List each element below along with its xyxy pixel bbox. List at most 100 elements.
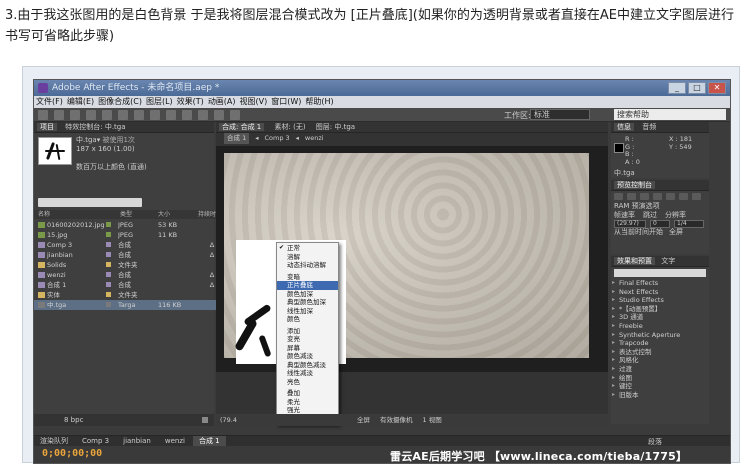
last-frame-icon[interactable]: [666, 193, 675, 200]
blend-mode-item[interactable]: 典型颜色加深: [277, 298, 338, 307]
menu-edit[interactable]: 编辑(E): [67, 96, 94, 108]
label-color-icon[interactable]: [106, 240, 118, 250]
tab-footage[interactable]: 素材: (无): [275, 123, 306, 131]
label-color-icon[interactable]: [106, 220, 118, 230]
blend-mode-item[interactable]: 叠加: [277, 389, 338, 398]
effects-category-item[interactable]: Next Effects: [611, 288, 709, 297]
fps-field[interactable]: (29.97): [614, 220, 646, 228]
breadcrumb-wenzi[interactable]: wenzi: [305, 133, 324, 144]
column-name[interactable]: 名称: [34, 210, 106, 219]
pan-behind-tool-icon[interactable]: [118, 110, 128, 120]
breadcrumb-comp3[interactable]: Comp 3: [264, 133, 289, 144]
selection-tool-icon[interactable]: [38, 110, 48, 120]
blend-mode-item[interactable]: 颜色减淡: [277, 352, 338, 361]
blend-mode-item[interactable]: 线性加深: [277, 307, 338, 316]
effects-category-item[interactable]: Freebie: [611, 322, 709, 331]
project-item-row[interactable]: 中.tga Targa 116 KB: [34, 300, 239, 310]
tab-effect-controls[interactable]: 特效控制台: 中.tga: [65, 123, 125, 131]
project-item-row[interactable]: 01600202012.jpg JPEG 53 KB: [34, 220, 239, 230]
effects-category-item[interactable]: Trapcode: [611, 339, 709, 348]
search-help-input[interactable]: 搜索帮助: [614, 109, 726, 120]
menu-effect[interactable]: 效果(T): [177, 96, 204, 108]
project-item-row[interactable]: 实体 文件夹: [34, 290, 239, 300]
blend-mode-item[interactable]: 变亮: [277, 335, 338, 344]
breadcrumb-comp1[interactable]: 合成 1: [224, 133, 250, 144]
effects-category-item[interactable]: Synthetic Aperture: [611, 331, 709, 340]
zoom-select[interactable]: (79.4: [220, 414, 237, 426]
blend-mode-item[interactable]: 正片叠底: [277, 281, 338, 290]
effects-category-item[interactable]: 旧版本: [611, 391, 709, 400]
label-color-icon[interactable]: [106, 270, 118, 280]
camera-select[interactable]: 有效摄像机: [380, 414, 413, 426]
effects-category-item[interactable]: 风格化: [611, 356, 709, 365]
effects-category-item[interactable]: Final Effects: [611, 279, 709, 288]
blend-mode-item[interactable]: 变暗: [277, 273, 338, 282]
prev-frame-icon[interactable]: [627, 193, 636, 200]
label-color-icon[interactable]: [106, 230, 118, 240]
bpc-label[interactable]: 8 bpc: [64, 416, 83, 424]
first-frame-icon[interactable]: [614, 193, 623, 200]
minimize-button[interactable]: _: [668, 82, 686, 94]
project-item-row[interactable]: 15.jpg JPEG 11 KB: [34, 230, 239, 240]
effects-search-input[interactable]: [614, 269, 706, 277]
comp-viewer[interactable]: 正常溶解动态抖动溶解变暗正片叠底颜色加深典型颜色加深线性加深颜色添加变亮屏幕颜色…: [216, 146, 608, 425]
brush-tool-icon[interactable]: [182, 110, 192, 120]
blend-mode-item[interactable]: 屏幕: [277, 344, 338, 353]
audio-icon[interactable]: [679, 193, 688, 200]
effects-category-item[interactable]: 3D 通道: [611, 313, 709, 322]
project-item-row[interactable]: Solids 文件夹: [34, 260, 239, 270]
menu-animation[interactable]: 动画(A): [208, 96, 236, 108]
blend-mode-item[interactable]: 柔光: [277, 398, 338, 407]
hand-tool-icon[interactable]: [54, 110, 64, 120]
views-select[interactable]: 1 视图: [423, 414, 442, 426]
menu-help[interactable]: 帮助(H): [305, 96, 333, 108]
timeline-tab[interactable]: 渲染队列: [34, 436, 74, 446]
current-timecode[interactable]: 0;00;00;00: [42, 448, 102, 459]
blend-mode-item[interactable]: 溶解: [277, 253, 338, 262]
label-color-icon[interactable]: [106, 300, 118, 310]
tab-preview[interactable]: 预览控制台: [614, 181, 655, 189]
blend-mode-item[interactable]: 动态抖动溶解: [277, 261, 338, 270]
resolution-field[interactable]: 1/4: [674, 220, 704, 228]
column-size[interactable]: 大小: [158, 210, 198, 219]
effects-category-item[interactable]: 键控: [611, 382, 709, 391]
label-color-icon[interactable]: [106, 290, 118, 300]
tab-composition[interactable]: 合成: 合成 1: [219, 123, 265, 131]
zoom-tool-icon[interactable]: [70, 110, 80, 120]
rotate-tool-icon[interactable]: [86, 110, 96, 120]
blend-mode-item[interactable]: 正常: [277, 244, 338, 253]
fullscreen-checkbox[interactable]: 全屏: [669, 228, 683, 237]
clone-tool-icon[interactable]: [198, 110, 208, 120]
blend-mode-item[interactable]: 颜色: [277, 315, 338, 324]
project-item-row[interactable]: Comp 3合成Δ 0;00;: [34, 240, 239, 250]
tab-audio[interactable]: 音频: [642, 123, 656, 131]
paragraph-tab[interactable]: 段落: [648, 437, 662, 447]
skip-field[interactable]: 0: [650, 220, 670, 228]
tab-layer[interactable]: 图层: 中.tga: [316, 123, 355, 131]
timeline-tab[interactable]: wenzi: [159, 436, 191, 446]
next-frame-icon[interactable]: [653, 193, 662, 200]
eraser-tool-icon[interactable]: [214, 110, 224, 120]
blend-mode-item[interactable]: 线性减淡: [277, 369, 338, 378]
blend-mode-item[interactable]: 典型颜色减淡: [277, 361, 338, 370]
trash-icon[interactable]: [202, 417, 208, 423]
column-type[interactable]: 类型: [106, 210, 158, 219]
tab-effects-presets[interactable]: 效果和预置: [614, 257, 655, 265]
camera-tool-icon[interactable]: [102, 110, 112, 120]
project-item-row[interactable]: jianbian合成Δ 0;00;: [34, 250, 239, 260]
pen-tool-icon[interactable]: [150, 110, 160, 120]
play-icon[interactable]: [640, 193, 649, 200]
workspace-select[interactable]: 标准: [530, 109, 590, 120]
tab-project[interactable]: 项目: [37, 123, 57, 131]
tab-info[interactable]: 信息: [614, 123, 634, 131]
blend-mode-item[interactable]: 添加: [277, 327, 338, 336]
tab-text[interactable]: 文字: [661, 257, 675, 265]
resolution-select[interactable]: 全屏: [357, 414, 370, 426]
project-item-row[interactable]: wenzi合成Δ 0;00;: [34, 270, 239, 280]
menu-view[interactable]: 视图(V): [240, 96, 268, 108]
effects-category-item[interactable]: 过渡: [611, 365, 709, 374]
puppet-tool-icon[interactable]: [230, 110, 240, 120]
loop-icon[interactable]: [692, 193, 701, 200]
text-tool-icon[interactable]: [166, 110, 176, 120]
effects-category-item[interactable]: Studio Effects: [611, 296, 709, 305]
